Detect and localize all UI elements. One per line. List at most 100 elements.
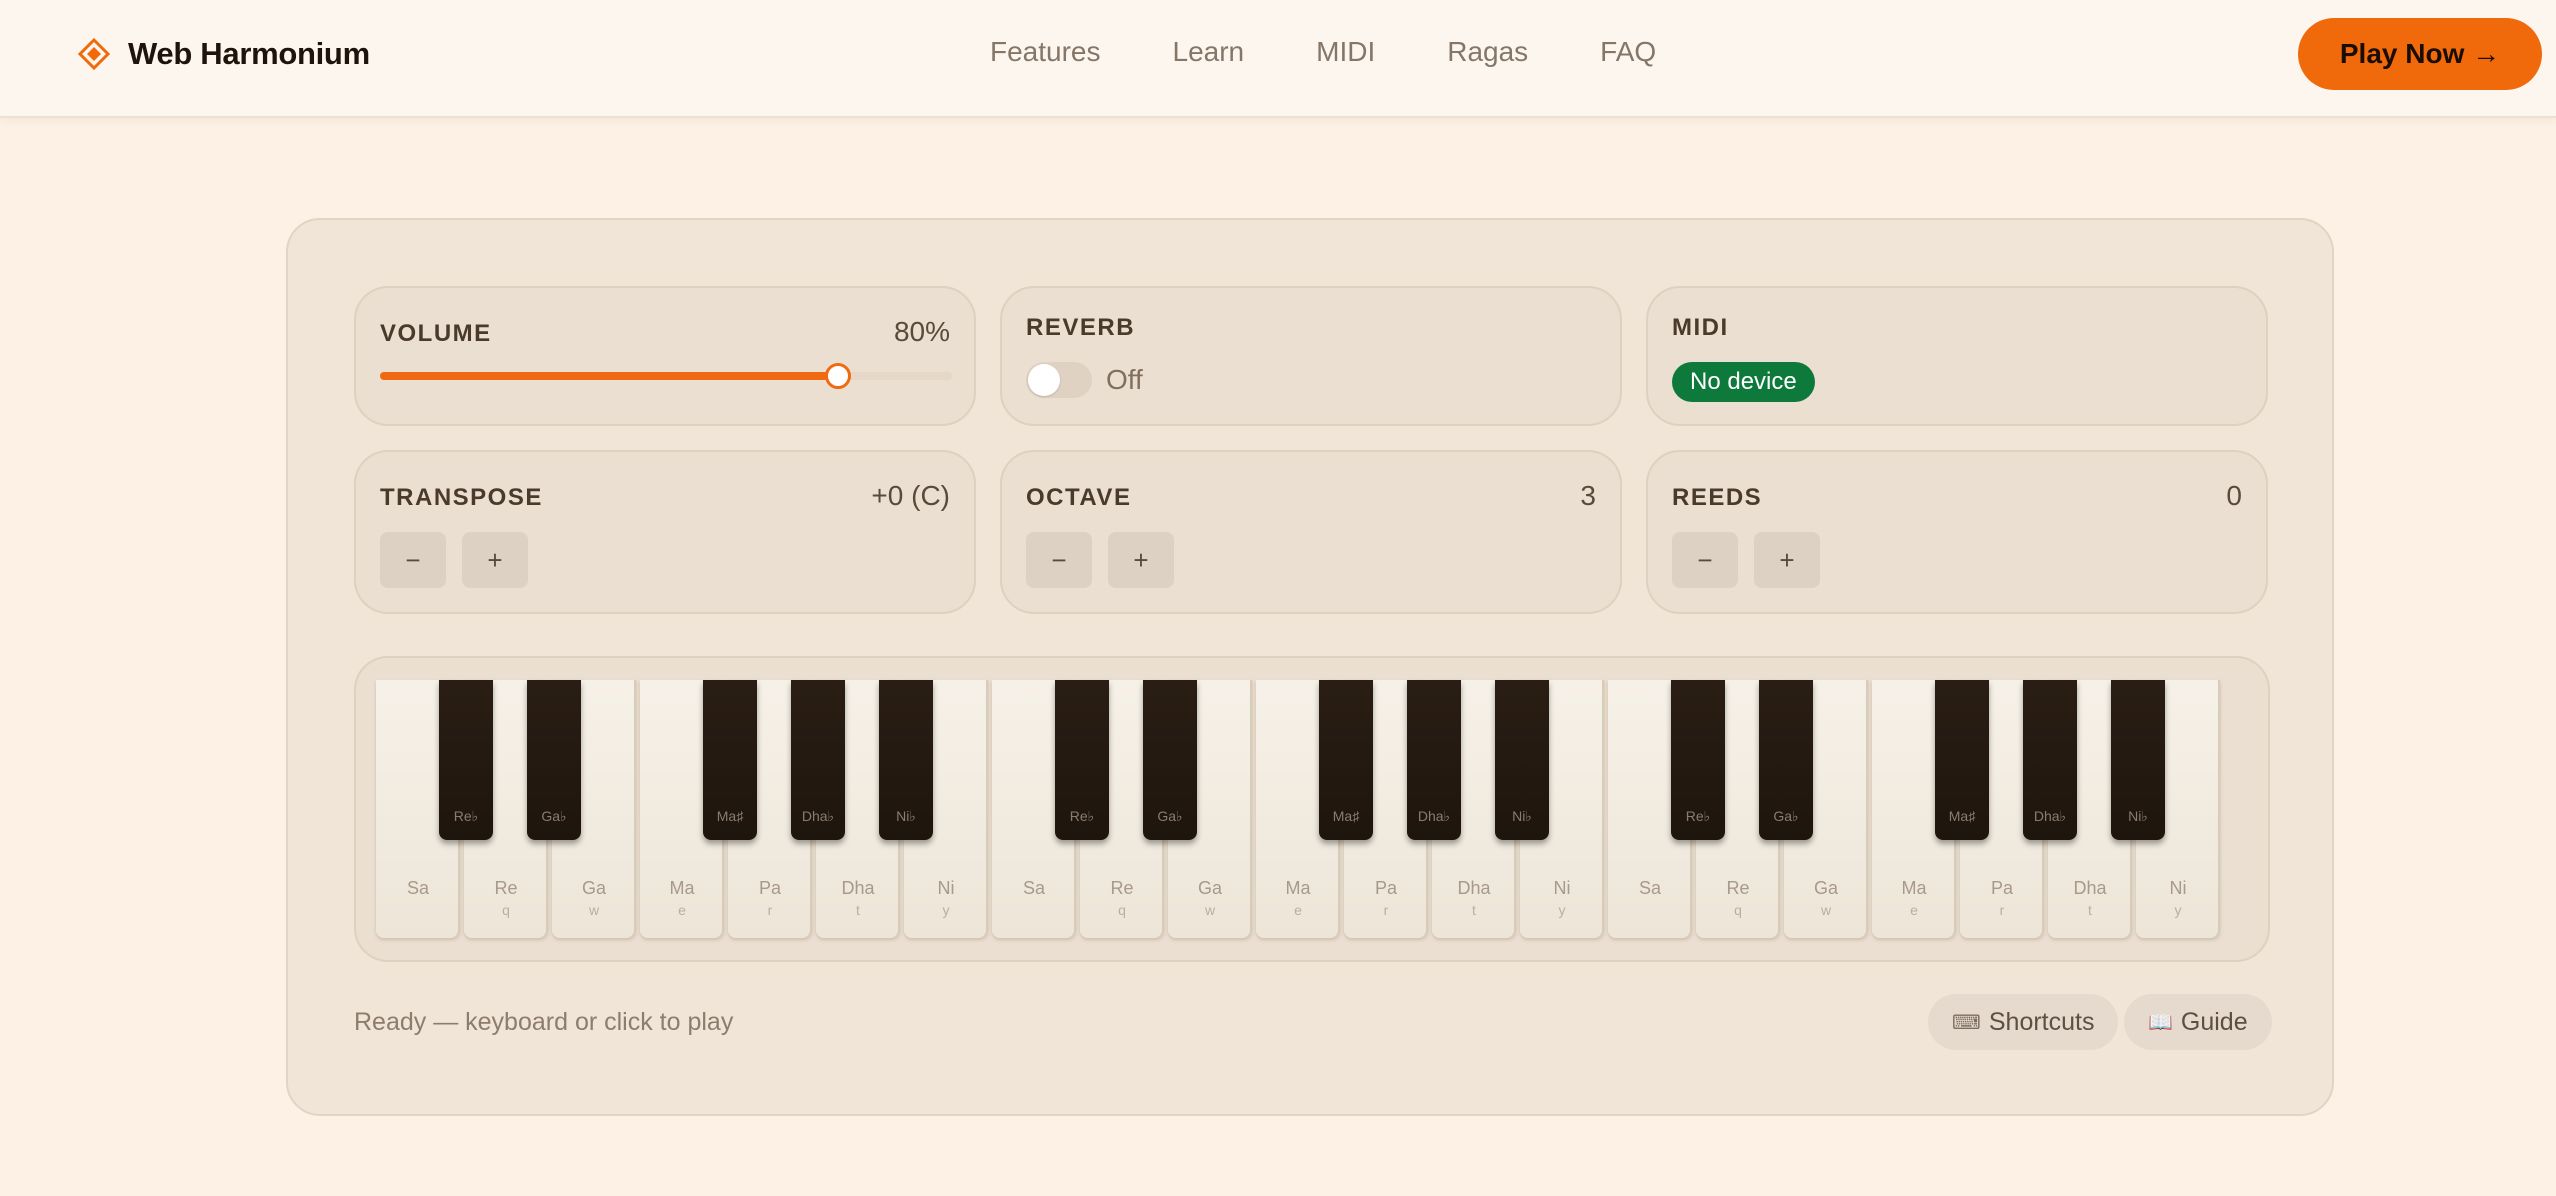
white-key-note: Pa	[758, 878, 782, 898]
reverb-card: REVERB Off	[1000, 286, 1622, 426]
volume-slider-thumb[interactable]	[824, 363, 851, 389]
white-key-note: Dha	[1457, 878, 1491, 898]
white-key-shortcut: y	[1558, 902, 1566, 918]
black-key[interactable]: Ma♯	[1935, 680, 1989, 840]
nav-learn[interactable]: Learn	[1173, 36, 1245, 68]
transpose-decrease-button[interactable]: −	[380, 532, 446, 588]
black-key-note: Ni♭	[1512, 808, 1532, 824]
white-key-shortcut: w	[1820, 902, 1832, 918]
reverb-state: Off	[1106, 364, 1143, 395]
white-key-note: Pa	[1374, 878, 1398, 898]
black-key-note: Dha♭	[2033, 808, 2067, 824]
octave-title: OCTAVE	[1026, 484, 1132, 511]
white-key-note: Ma	[1901, 878, 1927, 898]
transpose-increase-button[interactable]: +	[462, 532, 528, 588]
nav-faq[interactable]: FAQ	[1600, 36, 1656, 68]
volume-slider-fill	[380, 372, 838, 380]
white-key-shortcut: e	[1910, 902, 1918, 918]
black-key[interactable]: Re♭	[1055, 680, 1109, 840]
brand[interactable]: Web Harmonium	[77, 34, 370, 74]
black-key-note: Ni♭	[2128, 808, 2148, 824]
reverb-toggle[interactable]	[1026, 362, 1092, 398]
white-key-shortcut: q	[502, 902, 510, 918]
white-key-note: Ni	[1553, 878, 1571, 898]
black-key[interactable]: Ma♯	[703, 680, 757, 840]
white-key-shortcut: r	[1999, 902, 2005, 918]
octave-increase-button[interactable]: +	[1108, 532, 1174, 588]
volume-slider[interactable]	[380, 363, 952, 389]
white-key-shortcut: y	[942, 902, 950, 918]
black-key-note: Re♭	[1069, 808, 1095, 824]
white-key-shortcut: w	[588, 902, 600, 918]
midi-status-badge: No device	[1672, 362, 1815, 402]
white-key-note: Pa	[1990, 878, 2014, 898]
reeds-decrease-button[interactable]: −	[1672, 532, 1738, 588]
main-nav: Features Learn MIDI Ragas FAQ	[990, 36, 1728, 68]
play-now-button[interactable]: Play Now →	[2298, 18, 2542, 90]
white-key-shortcut: r	[767, 902, 773, 918]
black-key-note: Ga♭	[1157, 808, 1183, 824]
black-key[interactable]: Ni♭	[2111, 680, 2165, 840]
white-key-shortcut: t	[856, 902, 860, 918]
white-key-shortcut: r	[1383, 902, 1389, 918]
black-key[interactable]: Dha♭	[1407, 680, 1461, 840]
nav-features[interactable]: Features	[990, 36, 1101, 68]
white-key-note: Ga	[1813, 878, 1838, 898]
white-key-note: Ma	[669, 878, 695, 898]
white-key-note: Ma	[1285, 878, 1311, 898]
black-key-note: Ga♭	[1773, 808, 1799, 824]
piano-keyboard: Sa Re q Ga w Ma e Pa r Dha t Ni y Sa Re q Ga w Ma e Pa r Dha t N…	[376, 680, 2232, 938]
white-key-shortcut: w	[1204, 902, 1216, 918]
white-key-note: Re	[1726, 878, 1750, 898]
white-key-shortcut: y	[2174, 902, 2182, 918]
midi-card: MIDI No device	[1646, 286, 2268, 426]
octave-card: OCTAVE 3 − +	[1000, 450, 1622, 614]
keyboard-icon: ⌨	[1952, 1011, 1981, 1034]
black-key-note: Ma♯	[716, 808, 744, 824]
white-key-note: Ni	[2169, 878, 2187, 898]
black-key-note: Ni♭	[896, 808, 916, 824]
black-key-note: Re♭	[453, 808, 479, 824]
volume-value: 80%	[893, 316, 950, 347]
black-key-note: Re♭	[1685, 808, 1711, 824]
octave-value: 3	[1580, 480, 1596, 511]
shortcuts-label: Shortcuts	[1988, 1007, 2095, 1036]
reeds-increase-button[interactable]: +	[1754, 532, 1820, 588]
diamond-icon	[77, 37, 111, 71]
black-key[interactable]: Dha♭	[791, 680, 845, 840]
transpose-title: TRANSPOSE	[380, 484, 543, 511]
nav-midi[interactable]: MIDI	[1316, 36, 1375, 68]
white-key-note: Re	[1110, 878, 1134, 898]
white-key-note: Dha	[2073, 878, 2107, 898]
toggle-knob	[1028, 364, 1060, 396]
black-key[interactable]: Ga♭	[1143, 680, 1197, 840]
black-key[interactable]: Ga♭	[527, 680, 581, 840]
black-key[interactable]: Ni♭	[1495, 680, 1549, 840]
black-key[interactable]: Dha♭	[2023, 680, 2077, 840]
octave-decrease-button[interactable]: −	[1026, 532, 1092, 588]
black-key[interactable]: Ni♭	[879, 680, 933, 840]
reeds-value: 0	[2226, 480, 2242, 511]
reverb-title: REVERB	[1026, 314, 1136, 341]
white-key-note: Re	[494, 878, 518, 898]
transpose-card: TRANSPOSE +0 (C) − +	[354, 450, 976, 614]
white-key-shortcut: e	[678, 902, 686, 918]
shortcuts-button[interactable]: ⌨ Shortcuts	[1928, 994, 2119, 1050]
white-key-shortcut: q	[1734, 902, 1742, 918]
guide-button[interactable]: 📖 Guide	[2124, 994, 2272, 1050]
nav-ragas[interactable]: Ragas	[1447, 36, 1528, 68]
reeds-title: REEDS	[1672, 484, 1763, 511]
reeds-card: REEDS 0 − +	[1646, 450, 2268, 614]
top-header: Web Harmonium Features Learn MIDI Ragas …	[0, 0, 2556, 118]
black-key[interactable]: Re♭	[439, 680, 493, 840]
status-text: Ready — keyboard or click to play	[354, 1008, 734, 1036]
white-key-shortcut: q	[1118, 902, 1126, 918]
black-key[interactable]: Ga♭	[1759, 680, 1813, 840]
black-key-note: Dha♭	[1417, 808, 1451, 824]
black-key[interactable]: Re♭	[1671, 680, 1725, 840]
keyboard-container: Sa Re q Ga w Ma e Pa r Dha t Ni y Sa Re q Ga w Ma e Pa r Dha t N…	[354, 656, 2270, 962]
harmonium-panel: VOLUME 80% REVERB Off MIDI No device TRA…	[286, 218, 2334, 1116]
black-key[interactable]: Ma♯	[1319, 680, 1373, 840]
white-key-shortcut: e	[1294, 902, 1302, 918]
white-key-note: Ga	[1197, 878, 1222, 898]
